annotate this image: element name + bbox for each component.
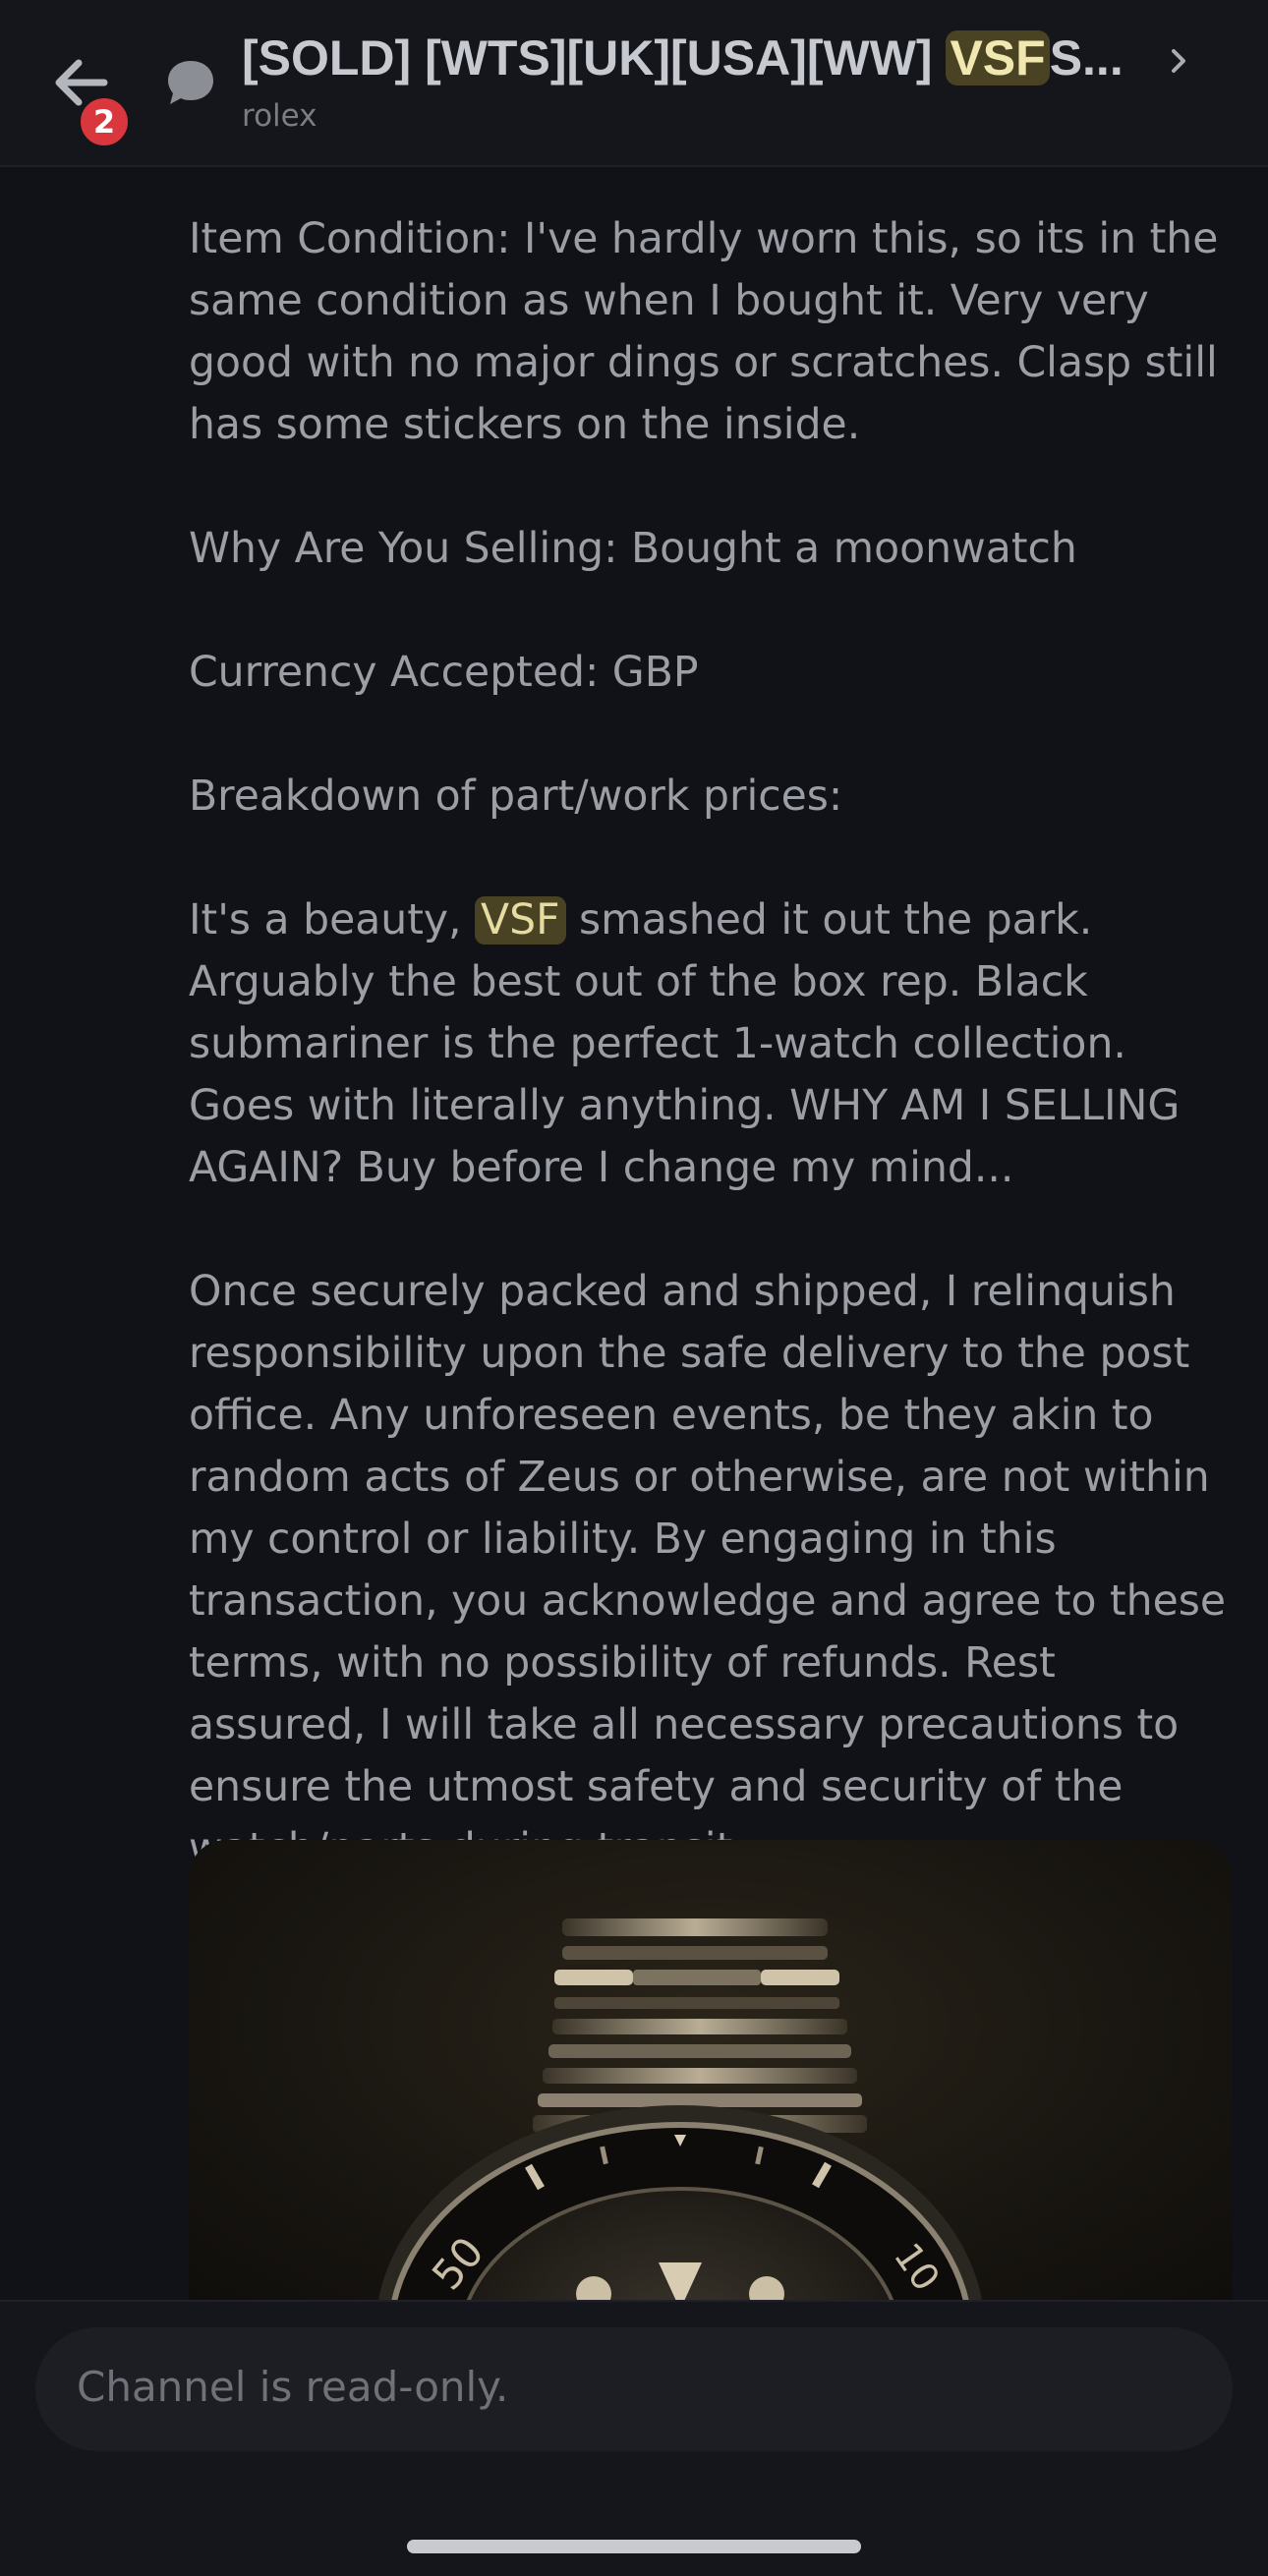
title-prefix: [SOLD] [WTS][UK][USA][WW] [242,30,947,86]
why-selling-text: Why Are You Selling: Bought a moonwatch [189,525,1077,573]
unread-badge: 2 [77,94,132,149]
title-suffix: S... [1049,30,1124,86]
description-text: It's a beauty, VSF smashed it out the pa… [189,889,1240,1199]
home-indicator[interactable] [407,2540,861,2553]
description-highlight: VSF [475,896,566,945]
item-condition-text: Item Condition: I've hardly worn this, s… [189,215,1232,449]
channel-name: rolex [242,98,317,134]
watch-illustration: 50 10 [377,1918,983,2302]
thread-title[interactable]: [SOLD] [WTS][UK][USA][WW] VSFS... [242,24,1156,92]
chat-bubble-icon [168,61,213,104]
thread-header: 2 [SOLD] [WTS][UK][USA][WW] VSFS... role… [0,0,1268,167]
breakdown-text: Breakdown of part/work prices: [189,773,843,821]
message-body: Item Condition: I've hardly worn this, s… [189,208,1240,1880]
composer-bar: Channel is read-only. [0,2300,1268,2576]
readonly-text: Channel is read-only. [77,2363,509,2411]
shipping-terms-text: Once securely packed and shipped, I reli… [189,1268,1227,1873]
readonly-field: Channel is read-only. [35,2327,1233,2451]
currency-text: Currency Accepted: GBP [189,649,699,697]
chevron-right-icon[interactable] [1166,41,1193,81]
description-before: It's a beauty, [189,896,476,945]
title-highlight: VSF [946,30,1050,86]
watch-photo[interactable]: 50 10 [189,1840,1233,2302]
